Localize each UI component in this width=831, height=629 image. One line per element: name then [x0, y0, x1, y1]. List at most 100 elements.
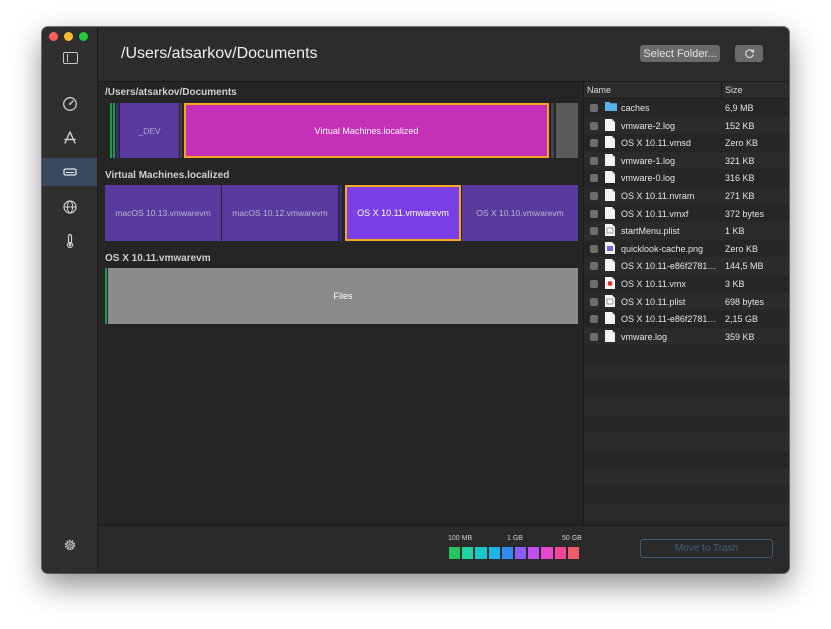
page-title: /Users/atsarkov/Documents	[121, 45, 318, 62]
file-checkbox[interactable]	[590, 121, 598, 130]
file-checkbox[interactable]	[590, 297, 598, 306]
file-row[interactable]: OS X 10.11.plist 698 bytes	[584, 292, 789, 311]
legend-swatch	[462, 547, 474, 559]
file-name: caches	[621, 103, 650, 113]
empty-row	[584, 345, 789, 363]
legend-label: 100 MB	[448, 535, 473, 542]
file-checkbox[interactable]	[590, 262, 598, 271]
treemap-tile[interactable]	[105, 268, 107, 324]
file-row[interactable]: OS X 10.11.vmx 3 KB	[584, 275, 789, 293]
refresh-button[interactable]	[735, 45, 763, 62]
treemap-tile-macos-1012[interactable]: macOS 10.12.vmwarevm	[222, 185, 338, 241]
file-name: vmware-2.log	[621, 120, 676, 131]
file-checkbox[interactable]	[590, 332, 598, 341]
file-row[interactable]: startMenu.plist 1 KB	[584, 222, 789, 240]
treemap-tile-files[interactable]: Files	[108, 268, 578, 324]
file-name: quicklook-cache.png	[621, 243, 704, 254]
thermometer-icon	[66, 233, 73, 249]
treemap-area: /Users/atsarkov/Documents _DEV Virtual M…	[98, 82, 583, 525]
select-folder-button[interactable]: Select Folder...	[640, 45, 720, 62]
file-checkbox[interactable]	[590, 227, 598, 236]
file-row[interactable]: caches 6,9 MB	[584, 99, 789, 117]
file-checkbox[interactable]	[590, 280, 598, 288]
treemap-tile-osx-1010[interactable]: OS X 10.10.vmwarevm	[462, 185, 578, 241]
sidebar-item-disk[interactable]	[42, 158, 97, 186]
file-size: 698 bytes	[725, 296, 765, 307]
file-name: OS X 10.11.vmxf	[621, 208, 689, 219]
folder-icon	[605, 101, 617, 113]
file-checkbox[interactable]	[590, 104, 598, 112]
file-name: OS X 10.11.plist	[621, 296, 686, 307]
file-list: Name Size caches 6,9 MB vmware-2.log 152 KB…	[583, 82, 789, 525]
treemap-tile[interactable]	[339, 185, 342, 241]
sidebar-toggle-icon[interactable]	[63, 52, 78, 64]
section-title: Virtual Machines.localized	[105, 170, 230, 181]
file-checkbox[interactable]	[590, 209, 598, 218]
zoom-window-button[interactable]	[79, 32, 88, 41]
empty-row	[584, 468, 789, 487]
treemap-tile[interactable]	[180, 103, 182, 158]
file-row[interactable]: OS X 10.11.vmsd Zero KB	[584, 134, 789, 152]
sidebar-item-apps[interactable]	[42, 124, 97, 152]
column-header-name[interactable]: Name	[587, 85, 611, 95]
file-name: OS X 10.11.nvram	[621, 191, 695, 201]
treemap-tile[interactable]	[556, 103, 578, 158]
file-size: 271 KB	[725, 191, 755, 201]
sidebar-item-temperature[interactable]	[42, 227, 97, 255]
sidebar-item-network[interactable]	[42, 193, 97, 221]
file-size: 321 KB	[725, 155, 755, 166]
file-row[interactable]: vmware-1.log 321 KB	[584, 151, 789, 170]
minimize-window-button[interactable]	[64, 32, 73, 41]
file-row[interactable]: vmware-0.log 316 KB	[584, 169, 789, 187]
move-to-trash-button[interactable]: Move to Trash	[640, 539, 773, 558]
treemap-tile[interactable]	[110, 103, 112, 158]
treemap-tile[interactable]	[551, 103, 554, 158]
file-checkbox[interactable]	[590, 139, 598, 148]
treemap-tile-osx-1011[interactable]: OS X 10.11.vmwarevm	[345, 185, 461, 241]
plist-icon	[605, 294, 615, 307]
empty-row	[584, 433, 789, 451]
document-icon	[605, 206, 615, 219]
file-checkbox[interactable]	[590, 174, 598, 183]
file-checkbox[interactable]	[590, 244, 598, 253]
plist-icon	[605, 224, 615, 237]
file-checkbox[interactable]	[590, 315, 598, 324]
file-size: 1 KB	[725, 226, 745, 237]
close-window-button[interactable]	[49, 32, 58, 41]
section-title: /Users/atsarkov/Documents	[105, 87, 237, 98]
document-icon	[605, 329, 615, 342]
file-row[interactable]: vmware.log 359 KB	[584, 327, 789, 346]
empty-row	[584, 451, 789, 469]
file-row[interactable]: OS X 10.11.nvram 271 KB	[584, 187, 789, 205]
sidebar	[42, 27, 98, 573]
refresh-icon	[744, 49, 754, 58]
file-checkbox[interactable]	[590, 192, 598, 200]
gear-icon[interactable]	[63, 538, 77, 552]
file-size: Zero KB	[725, 243, 759, 254]
file-checkbox[interactable]	[590, 156, 598, 165]
file-row[interactable]: quicklook-cache.png Zero KB	[584, 240, 789, 258]
file-row[interactable]: OS X 10.11-e86f2781.... 144,5 MB	[584, 257, 789, 275]
treemap-tile-virtual-machines[interactable]: Virtual Machines.localized	[184, 103, 549, 158]
empty-row	[584, 381, 789, 399]
column-header-size[interactable]: Size	[725, 85, 743, 95]
file-row[interactable]: OS X 10.11.vmxf 372 bytes	[584, 205, 789, 223]
sidebar-item-gauge[interactable]	[42, 90, 97, 118]
file-row[interactable]: vmware-2.log 152 KB	[584, 116, 789, 135]
treemap-tile-dev[interactable]: _DEV	[120, 103, 179, 158]
legend-swatch	[488, 547, 500, 559]
file-name: OS X 10.11-e86f2781....	[621, 314, 717, 325]
file-size: 2,15 GB	[725, 314, 759, 325]
treemap-tile-macos-1013[interactable]: macOS 10.13.vmwarevm	[105, 185, 221, 241]
gauge-icon	[62, 97, 77, 111]
treemap-tile[interactable]	[113, 103, 115, 158]
file-size: 316 KB	[725, 173, 755, 184]
file-name: vmware.log	[621, 331, 668, 342]
file-row[interactable]: OS X 10.11-e86f2781.... 2,15 GB	[584, 310, 789, 328]
treemap-tile[interactable]	[116, 103, 119, 158]
section-title: OS X 10.11.vmwarevm	[105, 253, 211, 264]
disk-icon	[62, 168, 77, 176]
empty-row	[584, 503, 789, 522]
legend-swatch	[528, 547, 540, 559]
file-size: 372 bytes	[725, 208, 765, 219]
